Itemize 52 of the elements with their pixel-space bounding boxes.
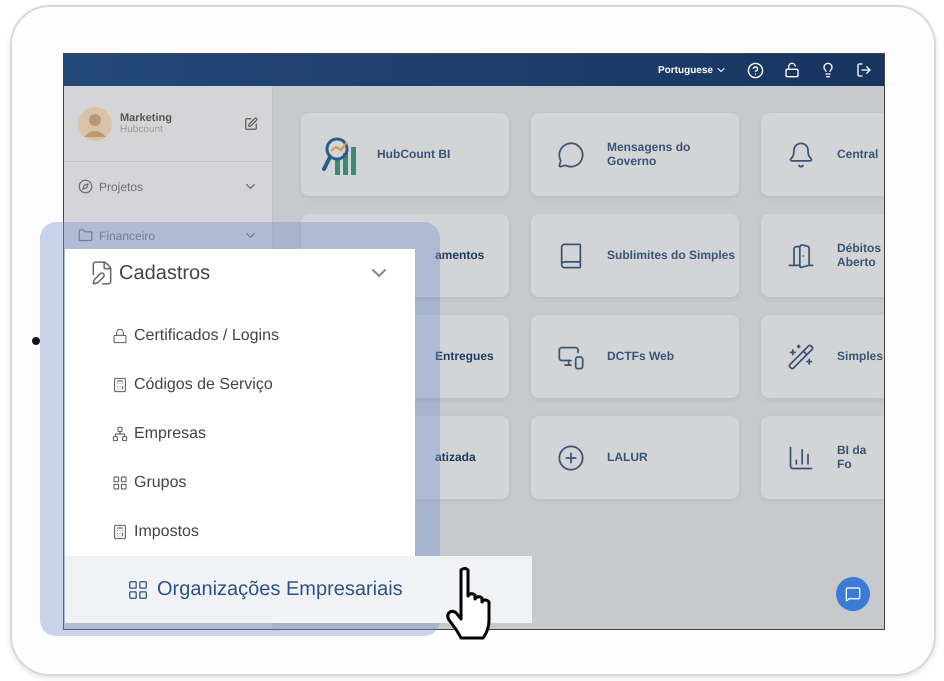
shortcut-card[interactable]: HubCount BI (301, 113, 509, 196)
shortcut-card[interactable]: DCTFs Web (531, 315, 739, 398)
bell-icon (787, 140, 815, 168)
shortcut-card[interactable]: Débitos Aberto (761, 214, 884, 297)
card-label: Sublimites do Simples (607, 248, 736, 262)
card-label: HubCount BI (377, 148, 450, 162)
speech-bubble-icon (557, 140, 585, 168)
card-label: DCTFs Web (607, 350, 674, 364)
shortcut-card[interactable]: Sublimites do Simples (531, 214, 739, 297)
menu-item[interactable]: Códigos de Serviço (65, 360, 415, 409)
edit-icon[interactable] (244, 116, 258, 130)
magic-wand-icon (787, 342, 815, 370)
bar-chart-icon (787, 444, 815, 472)
card-label: Débitos Aberto (837, 242, 882, 269)
chat-icon (845, 586, 861, 602)
plus-circle-icon (557, 444, 585, 472)
folder-icon (78, 228, 93, 243)
grid-icon (127, 578, 149, 600)
shortcut-card[interactable]: Mensagens do Governo (531, 113, 739, 196)
menu-item[interactable]: Impostos (65, 507, 415, 556)
card-label: Mensagens do Governo (607, 141, 692, 168)
card-label: Simples (837, 350, 884, 364)
shortcut-card[interactable]: LALUR (531, 416, 739, 499)
shortcut-card[interactable]: BI da Fo (761, 416, 884, 499)
avatar (78, 106, 112, 140)
language-selector[interactable]: Portuguese (658, 64, 727, 76)
menu-item[interactable]: Organizações Empresariais (65, 556, 532, 623)
shortcut-card[interactable]: Central (761, 113, 884, 196)
unlocked-padlock-icon[interactable] (784, 62, 800, 78)
card-label: LALUR (607, 450, 648, 464)
menu-item[interactable]: Certificados / Logins (65, 311, 415, 360)
menu-item[interactable]: Grupos (65, 458, 415, 507)
grid-icon (112, 474, 128, 490)
card-label: Entregues (435, 350, 494, 364)
calculator-icon (112, 524, 128, 540)
sidebar-item[interactable]: Projetos (99, 180, 237, 194)
door-icon (787, 242, 815, 270)
card-label: amentos (435, 248, 484, 262)
chat-button[interactable] (836, 577, 870, 611)
card-label: Central (837, 148, 878, 162)
logout-icon[interactable] (856, 62, 872, 78)
compass-icon (78, 179, 93, 194)
menu-item[interactable]: Empresas (65, 409, 415, 458)
lock-icon (112, 328, 128, 344)
company-name: Hubcount (120, 124, 164, 135)
hierarchy-icon (112, 426, 128, 442)
shortcut-card[interactable]: Simples (761, 315, 884, 398)
calculator-icon (112, 376, 128, 392)
card-label: atizada (435, 450, 476, 464)
help-icon[interactable] (747, 62, 764, 78)
user-name: Marketing (120, 112, 173, 124)
card-label: BI da Fo (837, 444, 868, 471)
